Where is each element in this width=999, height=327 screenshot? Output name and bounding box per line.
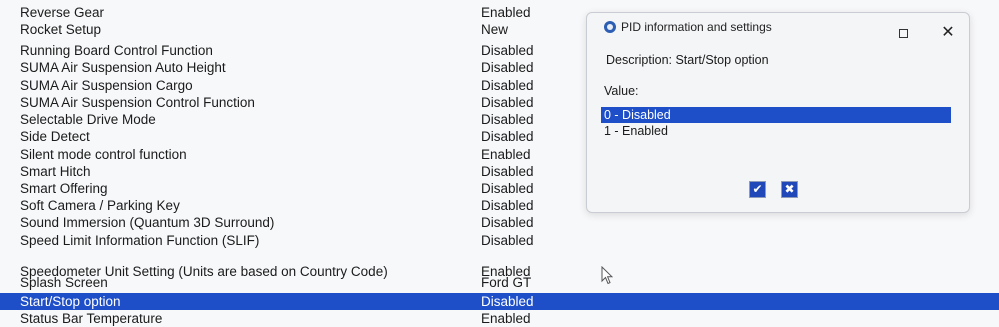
pid-settings-dialog: PID information and settings ✕ Descripti… xyxy=(586,12,970,213)
pid-row-value: Disabled xyxy=(481,164,534,179)
pid-row-name: Side Detect xyxy=(20,129,90,144)
pid-row-value: Disabled xyxy=(481,198,534,213)
pid-row-name: Reverse Gear xyxy=(20,5,105,20)
cancel-button[interactable]: ✖ xyxy=(781,181,798,198)
pid-row-value: Ford GT xyxy=(481,275,532,290)
pid-row-name: SUMA Air Suspension Cargo xyxy=(20,78,193,93)
pid-row-value: Disabled xyxy=(481,60,534,75)
dialog-title: PID information and settings xyxy=(621,20,772,34)
pid-row[interactable]: Status Bar Temperature Enabled xyxy=(0,310,999,327)
pid-row[interactable]: Splash Screen Ford GT xyxy=(0,274,999,291)
pid-row-name: SUMA Air Suspension Auto Height xyxy=(20,60,226,75)
pid-row[interactable]: Speed Limit Information Function (SLIF) D… xyxy=(0,232,999,249)
pid-row-value: Enabled xyxy=(481,5,531,20)
pid-row-name: Splash Screen xyxy=(20,275,108,290)
pid-row[interactable]: Start/Stop option Disabled xyxy=(0,293,999,310)
ok-button[interactable]: ✔ xyxy=(749,181,766,198)
mouse-cursor-icon xyxy=(601,266,613,285)
pid-row-value: Disabled xyxy=(481,294,534,309)
pid-row-value: Disabled xyxy=(481,95,534,110)
pid-row-name: Smart Offering xyxy=(20,181,108,196)
value-option-enabled[interactable]: 1 - Enabled xyxy=(601,123,951,139)
pid-row-value: Disabled xyxy=(481,233,534,248)
pid-row-name: Rocket Setup xyxy=(20,22,102,37)
pid-row-name: Selectable Drive Mode xyxy=(20,112,156,127)
pid-row-name: Speed Limit Information Function (SLIF) xyxy=(20,233,260,248)
pid-row-name: Smart Hitch xyxy=(20,164,91,179)
close-icon[interactable]: ✕ xyxy=(940,25,956,41)
pid-row-name: Status Bar Temperature xyxy=(20,311,163,326)
pid-row-value: Disabled xyxy=(481,78,534,93)
pid-row-value: Disabled xyxy=(481,43,534,58)
pid-row-value: Disabled xyxy=(481,181,534,196)
pid-row-name: Sound Immersion (Quantum 3D Surround) xyxy=(20,215,275,230)
pid-row-name: SUMA Air Suspension Control Function xyxy=(20,95,255,110)
maximize-icon[interactable] xyxy=(899,29,908,38)
pid-row-name: Running Board Control Function xyxy=(20,43,213,58)
dialog-titlebar[interactable]: PID information and settings ✕ xyxy=(587,13,969,43)
pid-row-value: Disabled xyxy=(481,112,534,127)
pid-row-value: Disabled xyxy=(481,215,534,230)
value-option-disabled[interactable]: 0 - Disabled xyxy=(601,107,951,123)
pid-row-value: Enabled xyxy=(481,311,531,326)
pid-row[interactable]: Sound Immersion (Quantum 3D Surround) Dis… xyxy=(0,214,999,231)
value-listbox[interactable]: 0 - Disabled 1 - Enabled xyxy=(601,107,953,177)
pid-row-value: Disabled xyxy=(481,129,534,144)
dialog-description: Description: Start/Stop option xyxy=(606,53,769,67)
pid-row-name: Start/Stop option xyxy=(20,294,121,309)
app-icon xyxy=(604,21,616,33)
pid-row-name: Silent mode control function xyxy=(20,147,187,162)
checkmark-icon: ✔ xyxy=(752,182,763,196)
pid-row-value: Enabled xyxy=(481,147,531,162)
cancel-x-icon: ✖ xyxy=(784,182,795,196)
pid-row-value: New xyxy=(481,22,509,37)
pid-row-name: Soft Camera / Parking Key xyxy=(20,198,180,213)
value-label: Value: xyxy=(604,84,639,98)
